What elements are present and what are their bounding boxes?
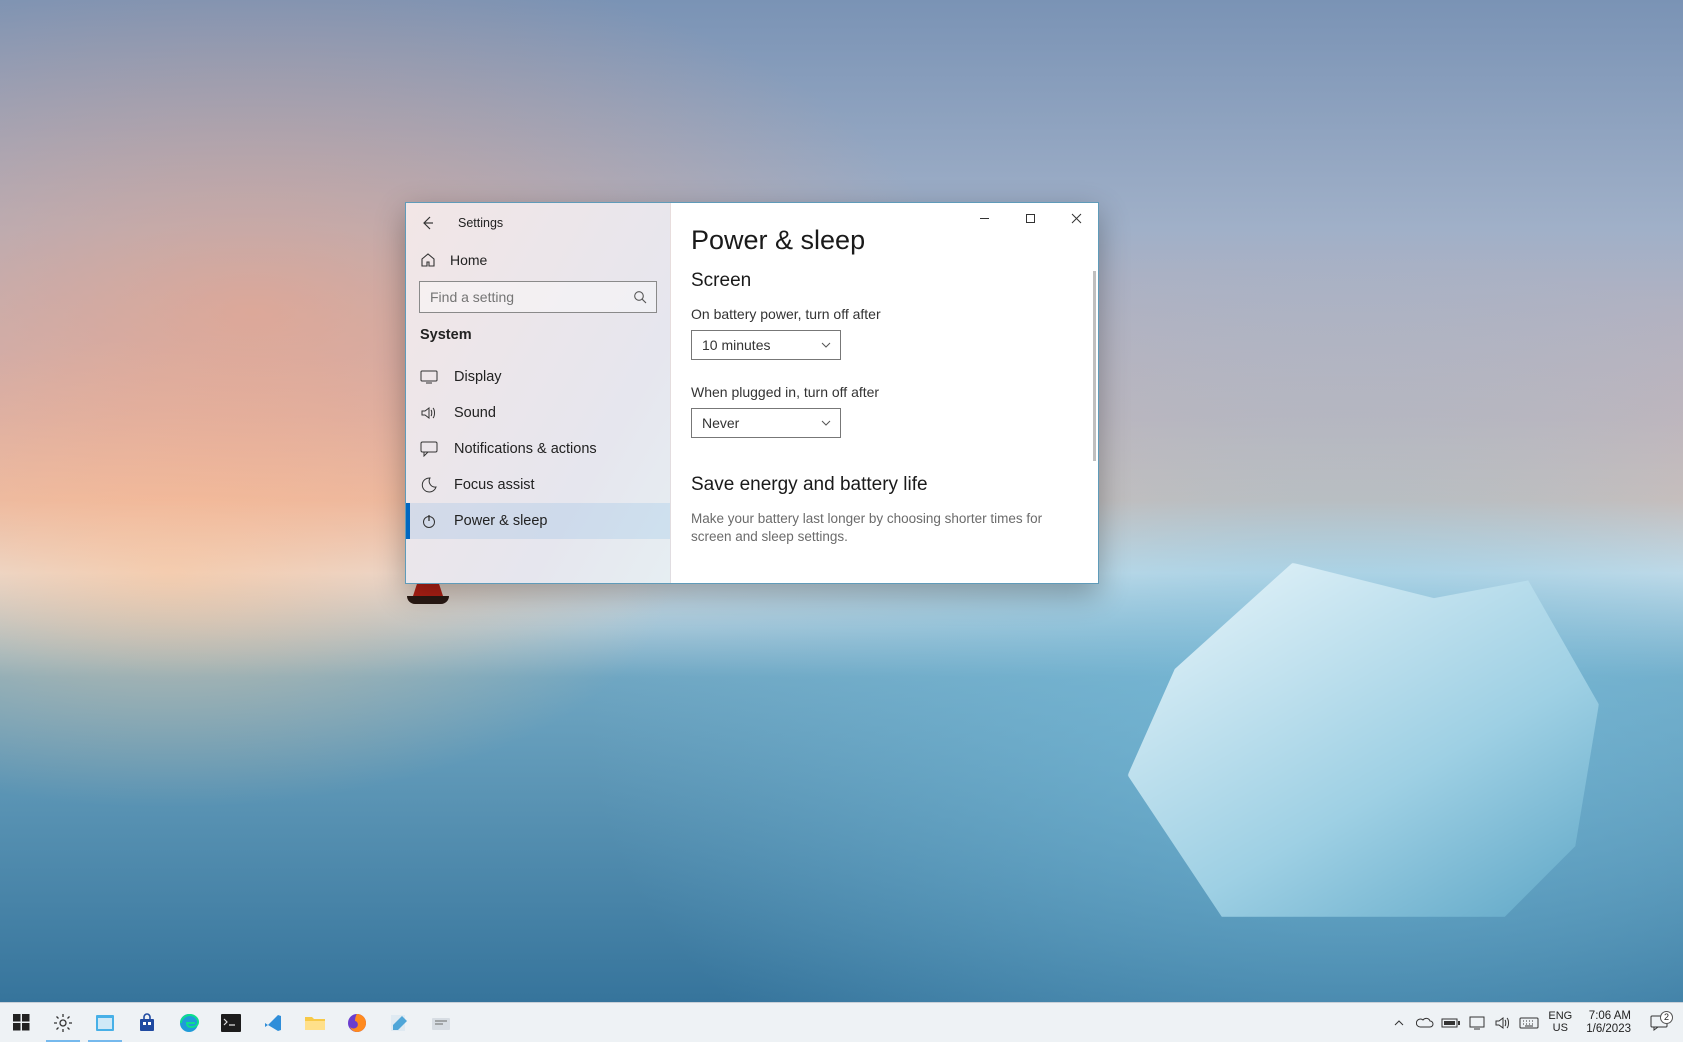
tray-clock[interactable]: 7:06 AM 1/6/2023 (1578, 1010, 1639, 1035)
lang-bottom: US (1553, 1023, 1568, 1035)
nav-focus-assist[interactable]: Focus assist (406, 467, 670, 503)
firefox-icon (346, 1012, 368, 1034)
nav-item-label: Power & sleep (454, 513, 548, 529)
nav-sound[interactable]: Sound (406, 395, 670, 431)
battery-off-select[interactable]: 10 minutes (691, 330, 841, 360)
notification-badge: 2 (1660, 1011, 1673, 1024)
close-button[interactable] (1053, 203, 1098, 234)
nav-list: Display Sound Notifications & actions Fo… (406, 359, 670, 539)
chat-icon (420, 441, 438, 457)
home-icon (420, 252, 436, 268)
battery-off-label: On battery power, turn off after (691, 306, 1068, 322)
plugged-off-label: When plugged in, turn off after (691, 384, 1068, 400)
nav-notifications[interactable]: Notifications & actions (406, 431, 670, 467)
note-icon (389, 1013, 409, 1033)
edge-icon (178, 1012, 200, 1034)
energy-help-text: Make your battery last longer by choosin… (691, 510, 1068, 546)
taskbar: ENG US 7:06 AM 1/6/2023 2 (0, 1002, 1683, 1042)
scrollbar[interactable] (1093, 271, 1096, 461)
tray-chevron-up[interactable] (1386, 1003, 1412, 1042)
taskbar-left (0, 1003, 462, 1042)
chevron-up-icon (1393, 1017, 1405, 1029)
vscode-icon (263, 1013, 283, 1033)
tray-display[interactable] (1464, 1003, 1490, 1042)
nav-item-label: Sound (454, 405, 496, 421)
maximize-icon (1025, 213, 1036, 224)
maximize-button[interactable] (1007, 203, 1053, 234)
tray-volume[interactable] (1490, 1003, 1516, 1042)
gear-icon (53, 1013, 73, 1033)
taskbar-right: ENG US 7:06 AM 1/6/2023 2 (1386, 1003, 1683, 1042)
tray-battery[interactable] (1438, 1003, 1464, 1042)
taskbar-app-misc[interactable] (420, 1003, 462, 1042)
section-label: System (406, 313, 670, 349)
nav-item-label: Notifications & actions (454, 441, 597, 457)
volume-icon (1495, 1016, 1511, 1030)
taskbar-store[interactable] (126, 1003, 168, 1042)
plugged-off-value: Never (702, 415, 739, 431)
energy-heading: Save energy and battery life (691, 474, 1068, 496)
nav-home[interactable]: Home (406, 243, 670, 277)
settings-sidebar: Settings Home System Display (406, 203, 671, 583)
settings-window: Settings Home System Display (405, 202, 1099, 584)
display-icon (1469, 1016, 1485, 1030)
moon-icon (420, 477, 438, 493)
tray-notifications[interactable]: 2 (1639, 1015, 1679, 1031)
window-icon (95, 1014, 115, 1032)
windows-icon (13, 1014, 30, 1031)
tool-icon (431, 1014, 451, 1032)
tray-keyboard[interactable] (1516, 1003, 1542, 1042)
minimize-icon (979, 213, 990, 224)
battery-off-value: 10 minutes (702, 337, 770, 353)
search-input[interactable] (419, 281, 657, 313)
search-icon (632, 289, 648, 305)
chevron-down-icon (820, 417, 832, 429)
taskbar-vscode[interactable] (252, 1003, 294, 1042)
close-icon (1071, 213, 1082, 224)
clock-time: 7:06 AM (1589, 1010, 1631, 1023)
nav-item-label: Display (454, 369, 502, 385)
taskbar-terminal[interactable] (210, 1003, 252, 1042)
search-field[interactable] (430, 289, 648, 305)
lang-top: ENG (1548, 1011, 1572, 1023)
chevron-down-icon (820, 339, 832, 351)
speaker-icon (420, 405, 438, 421)
tray-weather[interactable] (1412, 1003, 1438, 1042)
back-button[interactable] (416, 211, 440, 235)
nav-display[interactable]: Display (406, 359, 670, 395)
nav-item-label: Focus assist (454, 477, 535, 493)
taskbar-settings[interactable] (42, 1003, 84, 1042)
keyboard-icon (1519, 1017, 1539, 1029)
minimize-button[interactable] (961, 203, 1007, 234)
titlebar: Settings (406, 203, 670, 243)
tray-language[interactable]: ENG US (1542, 1011, 1578, 1034)
clock-date: 1/6/2023 (1586, 1023, 1631, 1036)
bag-icon (137, 1013, 157, 1033)
screen-heading: Screen (691, 270, 1068, 292)
monitor-icon (420, 370, 438, 384)
taskbar-firefox[interactable] (336, 1003, 378, 1042)
cloud-icon (1416, 1016, 1434, 1030)
battery-icon (1441, 1017, 1461, 1029)
nav-home-label: Home (450, 252, 487, 268)
taskbar-notepad[interactable] (378, 1003, 420, 1042)
taskbar-edge[interactable] (168, 1003, 210, 1042)
power-icon (420, 513, 438, 529)
wallpaper-iceberg (1128, 563, 1599, 917)
window-title: Settings (458, 216, 503, 230)
taskbar-file-explorer[interactable] (294, 1003, 336, 1042)
nav-power-sleep[interactable]: Power & sleep (406, 503, 670, 539)
settings-content: Power & sleep Screen On battery power, t… (671, 203, 1098, 583)
folder-icon (304, 1014, 326, 1032)
terminal-icon (221, 1014, 241, 1032)
taskbar-app-1[interactable] (84, 1003, 126, 1042)
plugged-off-select[interactable]: Never (691, 408, 841, 438)
start-button[interactable] (0, 1003, 42, 1042)
arrow-left-icon (420, 215, 436, 231)
